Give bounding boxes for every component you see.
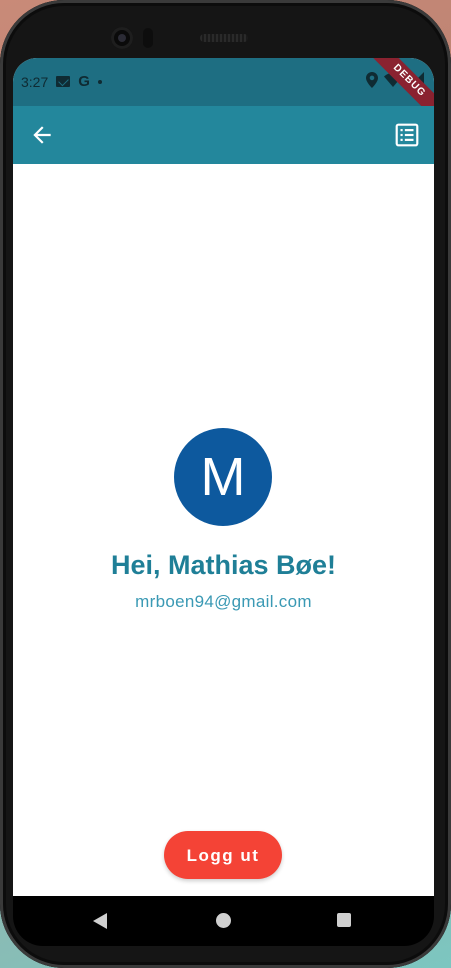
speaker-grille [200, 34, 248, 42]
nav-recent-icon[interactable] [337, 913, 351, 927]
avatar: M [174, 428, 272, 526]
status-bar: 3:27 G DEBUG [13, 58, 434, 127]
app-bar [13, 106, 434, 164]
user-email: mrboen94@gmail.com [135, 592, 312, 611]
list-icon [395, 123, 419, 147]
greeting-title: Hei, Mathias Bøe! [110, 550, 337, 580]
status-left: 3:27 G [21, 73, 102, 90]
camera-icon [111, 27, 133, 49]
logout-button[interactable]: Logg ut [164, 831, 282, 879]
status-time: 3:27 [21, 73, 49, 90]
app-screen: 3:27 G DEBUG M Hei, Mathias Bøe! mrboen9… [13, 58, 434, 896]
location-icon [366, 72, 378, 88]
list-view-button[interactable] [394, 122, 420, 148]
nav-back-icon[interactable] [93, 913, 107, 929]
nav-home-icon[interactable] [216, 913, 231, 928]
mail-icon [56, 76, 71, 87]
arrow-back-icon [33, 126, 51, 144]
dot-icon [97, 79, 102, 84]
system-nav-bar [13, 896, 434, 946]
phone-top-bezel [0, 0, 451, 58]
google-icon: G [78, 73, 90, 90]
back-button[interactable] [29, 122, 55, 148]
sensor-icon [143, 28, 153, 48]
profile-content: M Hei, Mathias Bøe! mrboen94@gmail.com L… [13, 164, 434, 896]
phone-frame: 3:27 G DEBUG M Hei, Mathias Bøe! mrboen9… [0, 0, 451, 968]
